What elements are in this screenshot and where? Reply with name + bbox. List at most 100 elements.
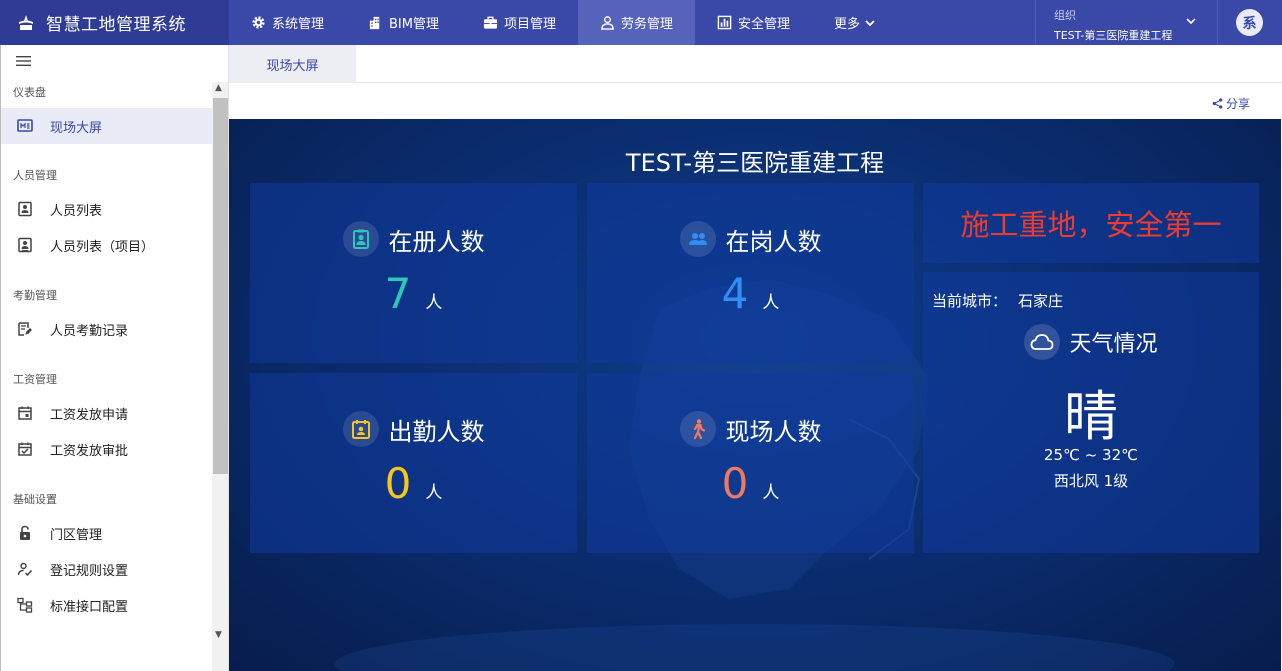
sidebar-item-label: 工资发放申请 [50, 407, 129, 423]
top-nav: 系统管理 BIM管理 项目管理 劳务管理 安全管理 更多 [229, 0, 898, 45]
tab-bar: 现场大屏 [229, 45, 1282, 83]
sidebar-item-label: 人员考勤记录 [50, 323, 129, 339]
content-toolbar: 分享 [229, 83, 1282, 119]
weather-panel: 当前城市： 石家庄 天气情况 晴 25℃ ~ 32℃ 西北风 1级 [923, 272, 1259, 553]
city-name: 石家庄 [1018, 292, 1064, 310]
card-value: 4 [721, 269, 749, 318]
nav-system-label: 系统管理 [272, 17, 325, 32]
gear-icon [252, 16, 265, 29]
org-selector[interactable]: 组织 TEST-第三医院重建工程 [1035, 0, 1218, 45]
nav-bim-label: BIM管理 [389, 17, 439, 32]
sidebar-item-registration-rules[interactable]: 登记规则设置 [1, 551, 212, 587]
sidebar-item-personnel-list[interactable]: 人员列表 [1, 191, 212, 227]
org-name: TEST-第三医院重建工程 [1054, 29, 1173, 42]
scroll-down-icon[interactable]: ▼ [215, 630, 222, 640]
logo-icon [19, 14, 33, 30]
weather-temperature: 25℃ ~ 32℃ [1044, 446, 1138, 464]
sidebar-item-site-screen[interactable]: 现场大屏 [1, 108, 212, 144]
site-dashboard: TEST-第三医院重建工程 在册人数 7 人 在岗人数 4 人 出勤人数 0 人… [229, 119, 1281, 671]
chevron-down-icon [1186, 18, 1196, 25]
section-basic-settings: 基础设置 [13, 493, 57, 506]
card-unit: 人 [762, 293, 780, 313]
card-unit: 人 [425, 483, 443, 503]
card-on-duty: 在岗人数 4 人 [587, 183, 914, 363]
app-title: 智慧工地管理系统 [46, 15, 186, 35]
card-value: 7 [384, 269, 412, 318]
menu-icon[interactable] [16, 55, 31, 67]
id-card-icon [17, 201, 33, 217]
weather-wind: 西北风 1级 [1053, 472, 1129, 490]
sidebar-item-payroll-apply[interactable]: 工资发放申请 [1, 395, 212, 431]
nav-system[interactable]: 系统管理 [229, 0, 346, 45]
safety-slogan: 施工重地，安全第一 [923, 183, 1259, 263]
card-label: 出勤人数 [388, 417, 485, 446]
brand[interactable]: 智慧工地管理系统 [0, 0, 229, 45]
nav-labor[interactable]: 劳务管理 [578, 0, 696, 45]
nav-labor-label: 劳务管理 [621, 17, 674, 32]
card-on-site: 现场人数 0 人 [587, 373, 914, 553]
sidebar-scrollbar-thumb[interactable] [213, 98, 228, 474]
nav-bim[interactable]: BIM管理 [346, 0, 461, 45]
section-attendance: 考勤管理 [13, 289, 57, 302]
card-unit: 人 [762, 483, 780, 503]
share-icon [1212, 98, 1223, 109]
sidebar-item-label: 人员列表 [50, 203, 103, 219]
people-icon [679, 221, 716, 257]
sidebar-item-attendance-records[interactable]: 人员考勤记录 [1, 311, 212, 347]
bar-chart-icon [717, 15, 732, 30]
calendar-check-icon [17, 441, 33, 457]
card-label: 现场人数 [725, 417, 822, 446]
lock-icon [17, 525, 33, 541]
card-unit: 人 [425, 293, 443, 313]
nav-safety-label: 安全管理 [738, 17, 791, 32]
person-icon [601, 16, 614, 30]
chevron-down-icon [865, 19, 875, 26]
hierarchy-icon [17, 597, 33, 613]
sidebar-item-personnel-list-project[interactable]: 人员列表（项目） [1, 227, 212, 263]
section-payroll: 工资管理 [13, 373, 57, 386]
card-label: 在岗人数 [725, 227, 822, 256]
sidebar-item-gate-management[interactable]: 门区管理 [1, 515, 212, 551]
weather-title: 天气情况 [1069, 332, 1158, 357]
city-label: 当前城市： [932, 292, 1008, 310]
nav-project[interactable]: 项目管理 [461, 0, 578, 45]
sidebar-item-label: 登记规则设置 [50, 563, 129, 579]
sidebar-item-label: 现场大屏 [50, 120, 103, 136]
avatar[interactable]: 系 [1236, 9, 1263, 36]
card-attendance: 出勤人数 0 人 [250, 373, 577, 553]
cloud-icon [1024, 324, 1061, 360]
card-registered: 在册人数 7 人 [250, 183, 577, 363]
share-button[interactable]: 分享 [1212, 95, 1250, 112]
sidebar-item-label: 标准接口配置 [50, 599, 129, 615]
id-badge-icon [342, 221, 379, 257]
briefcase-icon [483, 16, 498, 29]
badge-icon [17, 237, 33, 253]
nav-more-label: 更多 [834, 17, 861, 32]
tab-site-screen[interactable]: 现场大屏 [229, 45, 356, 83]
scroll-up-icon[interactable]: ▲ [215, 83, 222, 93]
sidebar-item-label: 人员列表（项目） [50, 239, 155, 255]
sidebar-item-interface-config[interactable]: 标准接口配置 [1, 587, 212, 623]
card-label: 在册人数 [388, 227, 485, 256]
edit-note-icon [17, 321, 33, 337]
person-check-icon [17, 561, 33, 577]
nav-more[interactable]: 更多 [812, 0, 898, 45]
weather-condition: 晴 [1064, 385, 1118, 448]
sidebar-item-label: 工资发放审批 [50, 443, 129, 459]
section-personnel: 人员管理 [13, 169, 57, 182]
walking-icon [679, 411, 716, 447]
dashboard-title: TEST-第三医院重建工程 [625, 149, 885, 177]
nav-project-label: 项目管理 [504, 17, 557, 32]
sidebar: 仪表盘 现场大屏 人员管理 人员列表 人员列表（项目） 考勤管理 人员考勤记录 … [0, 45, 229, 671]
card-value: 0 [384, 459, 412, 508]
section-dashboard: 仪表盘 [13, 86, 46, 99]
calendar-icon [17, 405, 33, 421]
nav-safety[interactable]: 安全管理 [695, 0, 812, 45]
card-value: 0 [721, 459, 749, 508]
share-label: 分享 [1225, 97, 1250, 111]
sidebar-item-payroll-approve[interactable]: 工资发放审批 [1, 431, 212, 467]
top-header: 智慧工地管理系统 系统管理 BIM管理 项目管理 劳务管理 安全管理 更多 组织… [0, 0, 1282, 45]
monitor-icon [17, 118, 33, 134]
sidebar-item-label: 门区管理 [50, 527, 103, 543]
attendance-icon [342, 411, 379, 447]
